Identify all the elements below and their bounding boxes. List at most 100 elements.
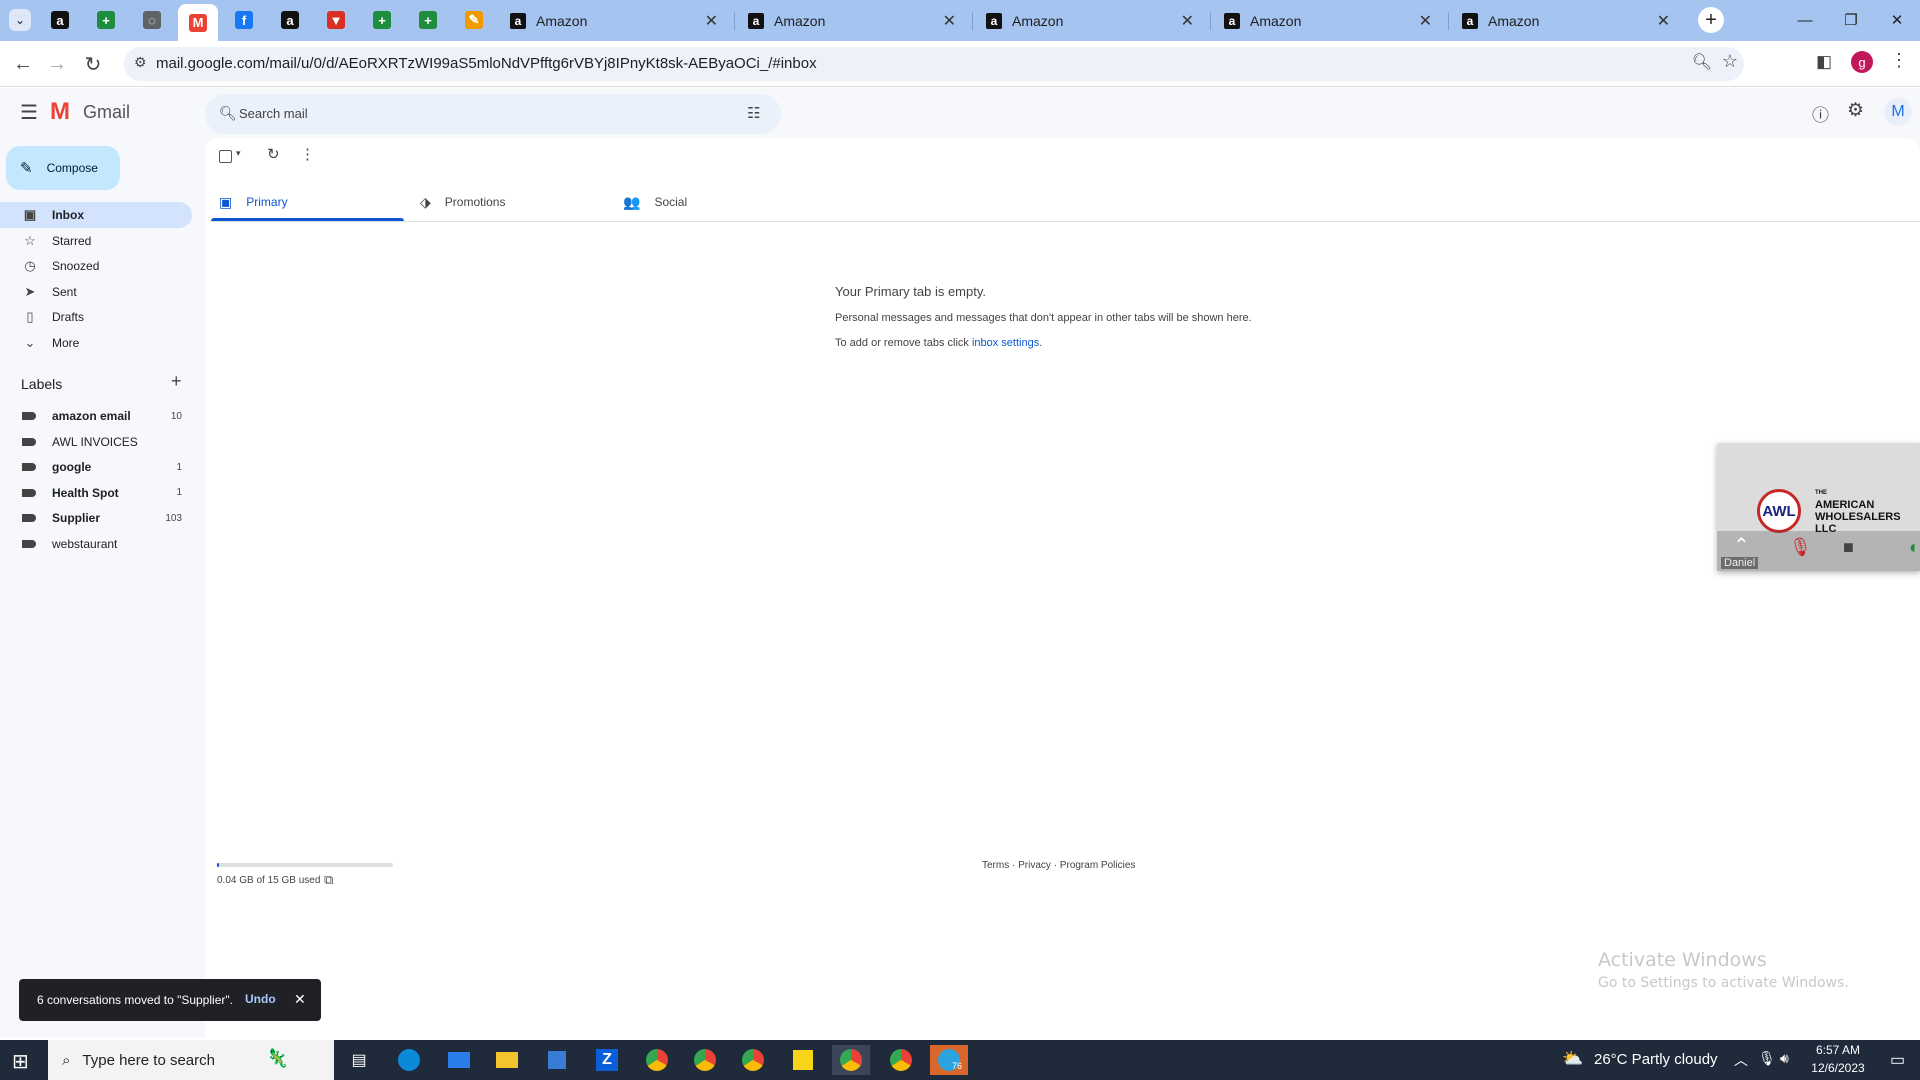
windows-start-icon[interactable]: ⊞ bbox=[12, 1049, 29, 1074]
chrome-active-icon[interactable] bbox=[832, 1045, 870, 1075]
privacy-link[interactable]: Privacy bbox=[1018, 860, 1051, 871]
pinned-tab[interactable]: + bbox=[408, 4, 448, 36]
browser-tab[interactable]: a Amazon ✕ bbox=[1452, 6, 1682, 36]
new-tab-button[interactable]: + bbox=[1688, 0, 1734, 40]
chrome-profile-icon[interactable] bbox=[734, 1045, 772, 1075]
pinned-tab[interactable]: ✎ bbox=[454, 4, 494, 36]
sidebar-item-snoozed[interactable]: ◷ Snoozed bbox=[0, 253, 192, 279]
label-item[interactable]: webstaurant bbox=[0, 532, 192, 556]
sidebar-item-inbox[interactable]: ▣ Inbox bbox=[0, 202, 192, 228]
zoho-z-icon[interactable]: Z bbox=[588, 1045, 626, 1075]
undo-button[interactable]: Undo bbox=[245, 992, 276, 1006]
sidebar-item-sent[interactable]: ➤ Sent bbox=[0, 279, 192, 305]
pinned-tab[interactable]: a bbox=[40, 4, 80, 36]
tray-chevron-icon[interactable]: ︿ bbox=[1734, 1050, 1748, 1070]
restore-button[interactable]: ❐ bbox=[1828, 0, 1874, 40]
microphone-muted-icon[interactable]: 🎙︎ bbox=[1789, 537, 1812, 558]
store-icon[interactable] bbox=[538, 1045, 576, 1075]
bookmark-star-icon[interactable]: ☆ bbox=[1722, 51, 1738, 72]
clock-time[interactable]: 6:57 AM bbox=[1808, 1043, 1868, 1057]
expand-up-icon[interactable]: ⌃ bbox=[1733, 533, 1750, 558]
sidebar-item-starred[interactable]: ☆ Starred bbox=[0, 228, 192, 254]
close-window-button[interactable]: ✕ bbox=[1874, 0, 1920, 40]
refresh-icon[interactable]: ↻ bbox=[267, 145, 280, 163]
search-bar[interactable]: 🔍︎ Search mail ☷ bbox=[205, 94, 781, 134]
tab-social[interactable]: 👥 Social bbox=[623, 182, 687, 222]
label-item[interactable]: AWL INVOICES bbox=[0, 430, 192, 454]
notifications-icon[interactable]: ▭ bbox=[1890, 1050, 1905, 1070]
pinned-tab[interactable]: ▼ bbox=[316, 4, 356, 36]
task-view-icon[interactable]: ▤ bbox=[340, 1045, 378, 1075]
close-tab-icon[interactable]: ✕ bbox=[705, 11, 718, 31]
close-tab-icon[interactable]: ✕ bbox=[943, 11, 956, 31]
browser-menu-icon[interactable]: ⋮ bbox=[1890, 50, 1908, 71]
select-dropdown-icon[interactable]: ▾ bbox=[236, 148, 241, 159]
snackbar-close-icon[interactable]: ✕ bbox=[294, 991, 306, 1008]
main-menu-icon[interactable]: ☰ bbox=[20, 100, 38, 125]
video-call-overlay[interactable]: AWL THE AMERICAN WHOLESALERS LLC ⌃ Danie… bbox=[1717, 443, 1920, 571]
volume-icon[interactable]: 🔊︎ bbox=[1780, 1050, 1789, 1067]
browser-tab[interactable]: a Amazon ✕ bbox=[500, 6, 730, 36]
chrome-icon[interactable] bbox=[686, 1045, 724, 1075]
account-avatar[interactable]: M bbox=[1884, 98, 1912, 126]
profile-avatar[interactable]: g bbox=[1851, 51, 1873, 73]
label-item[interactable]: amazon email 10 bbox=[0, 404, 192, 428]
select-all-checkbox[interactable] bbox=[219, 150, 232, 163]
help-icon[interactable]: ⓘ bbox=[1812, 101, 1829, 126]
file-explorer-icon[interactable] bbox=[488, 1045, 526, 1075]
pinned-tab[interactable]: f bbox=[224, 4, 264, 36]
reload-button[interactable]: ↻ bbox=[78, 49, 108, 79]
more-actions-icon[interactable]: ⋮ bbox=[300, 145, 315, 163]
close-tab-icon[interactable]: ✕ bbox=[1657, 11, 1670, 31]
edge-icon[interactable] bbox=[390, 1045, 428, 1075]
telegram-icon[interactable]: 76 bbox=[930, 1045, 968, 1075]
search-options-icon[interactable]: ☷ bbox=[747, 104, 760, 122]
sticky-notes-icon[interactable] bbox=[784, 1045, 822, 1075]
pinned-tab[interactable]: a bbox=[270, 4, 310, 36]
close-tab-icon[interactable]: ✕ bbox=[1419, 11, 1432, 31]
pinned-tab[interactable]: + bbox=[362, 4, 402, 36]
inbox-settings-link[interactable]: inbox settings bbox=[972, 337, 1039, 349]
sidebar-item-drafts[interactable]: ▯ Drafts bbox=[0, 304, 192, 330]
browser-tab[interactable]: a Amazon ✕ bbox=[976, 6, 1206, 36]
settings-gear-icon[interactable]: ⚙ bbox=[1847, 99, 1864, 122]
minimize-button[interactable]: — bbox=[1782, 0, 1828, 40]
forward-button[interactable]: → bbox=[42, 49, 72, 79]
browser-tab[interactable]: a Amazon ✕ bbox=[1214, 6, 1444, 36]
back-button[interactable]: ← bbox=[8, 49, 38, 79]
mail-app-icon[interactable] bbox=[440, 1045, 478, 1075]
taskbar-search-box[interactable]: ⌕ Type here to search 🦎 bbox=[48, 1040, 334, 1080]
open-in-new-icon[interactable]: ⧉ bbox=[324, 872, 333, 888]
close-tab-icon[interactable]: ✕ bbox=[1181, 11, 1194, 31]
label-item[interactable]: Health Spot 1 bbox=[0, 481, 192, 505]
tab-primary[interactable]: ▣ Primary bbox=[219, 182, 288, 222]
site-info-icon[interactable]: ⚙ bbox=[134, 54, 147, 71]
gmail-logo-icon[interactable]: M bbox=[50, 98, 70, 126]
add-label-icon[interactable]: + bbox=[171, 371, 182, 392]
call-icon[interactable]: ◖ bbox=[1907, 537, 1918, 558]
weather-text[interactable]: 26°C Partly cloudy bbox=[1594, 1051, 1718, 1068]
search-input[interactable]: Search mail bbox=[239, 106, 308, 121]
chrome-icon[interactable] bbox=[882, 1045, 920, 1075]
search-icon[interactable]: 🔍︎ bbox=[219, 105, 237, 122]
side-panel-icon[interactable]: ◧ bbox=[1816, 52, 1832, 72]
pinned-tab[interactable]: ◌ bbox=[132, 4, 172, 36]
microphone-icon[interactable]: 🎙︎ bbox=[1758, 1050, 1776, 1067]
label-item[interactable]: google 1 bbox=[0, 455, 192, 479]
terms-link[interactable]: Terms bbox=[982, 860, 1009, 871]
pencil-icon: ✎ bbox=[20, 160, 33, 177]
chrome-icon[interactable] bbox=[638, 1045, 676, 1075]
sidebar-item-more[interactable]: ⌄ More bbox=[0, 330, 192, 356]
tab-search-button[interactable]: ⌄ bbox=[0, 4, 40, 36]
browser-tab[interactable]: a Amazon ✕ bbox=[738, 6, 968, 36]
program-policies-link[interactable]: Program Policies bbox=[1060, 860, 1136, 871]
tab-promotions[interactable]: ⬗ Promotions bbox=[420, 182, 505, 222]
pinned-tab[interactable]: + bbox=[86, 4, 126, 36]
label-item[interactable]: Supplier 103 bbox=[0, 506, 192, 530]
camera-icon[interactable]: ■ bbox=[1843, 537, 1854, 558]
compose-button[interactable]: ✎ Compose bbox=[6, 146, 120, 190]
clock-date[interactable]: 12/6/2023 bbox=[1808, 1061, 1868, 1075]
address-bar[interactable]: ⚙ mail.google.com/mail/u/0/d/AEoRXRTzWI9… bbox=[124, 47, 1744, 81]
pinned-tab[interactable]: M bbox=[178, 4, 218, 41]
zoom-icon[interactable]: 🔍︎ bbox=[1692, 52, 1712, 72]
